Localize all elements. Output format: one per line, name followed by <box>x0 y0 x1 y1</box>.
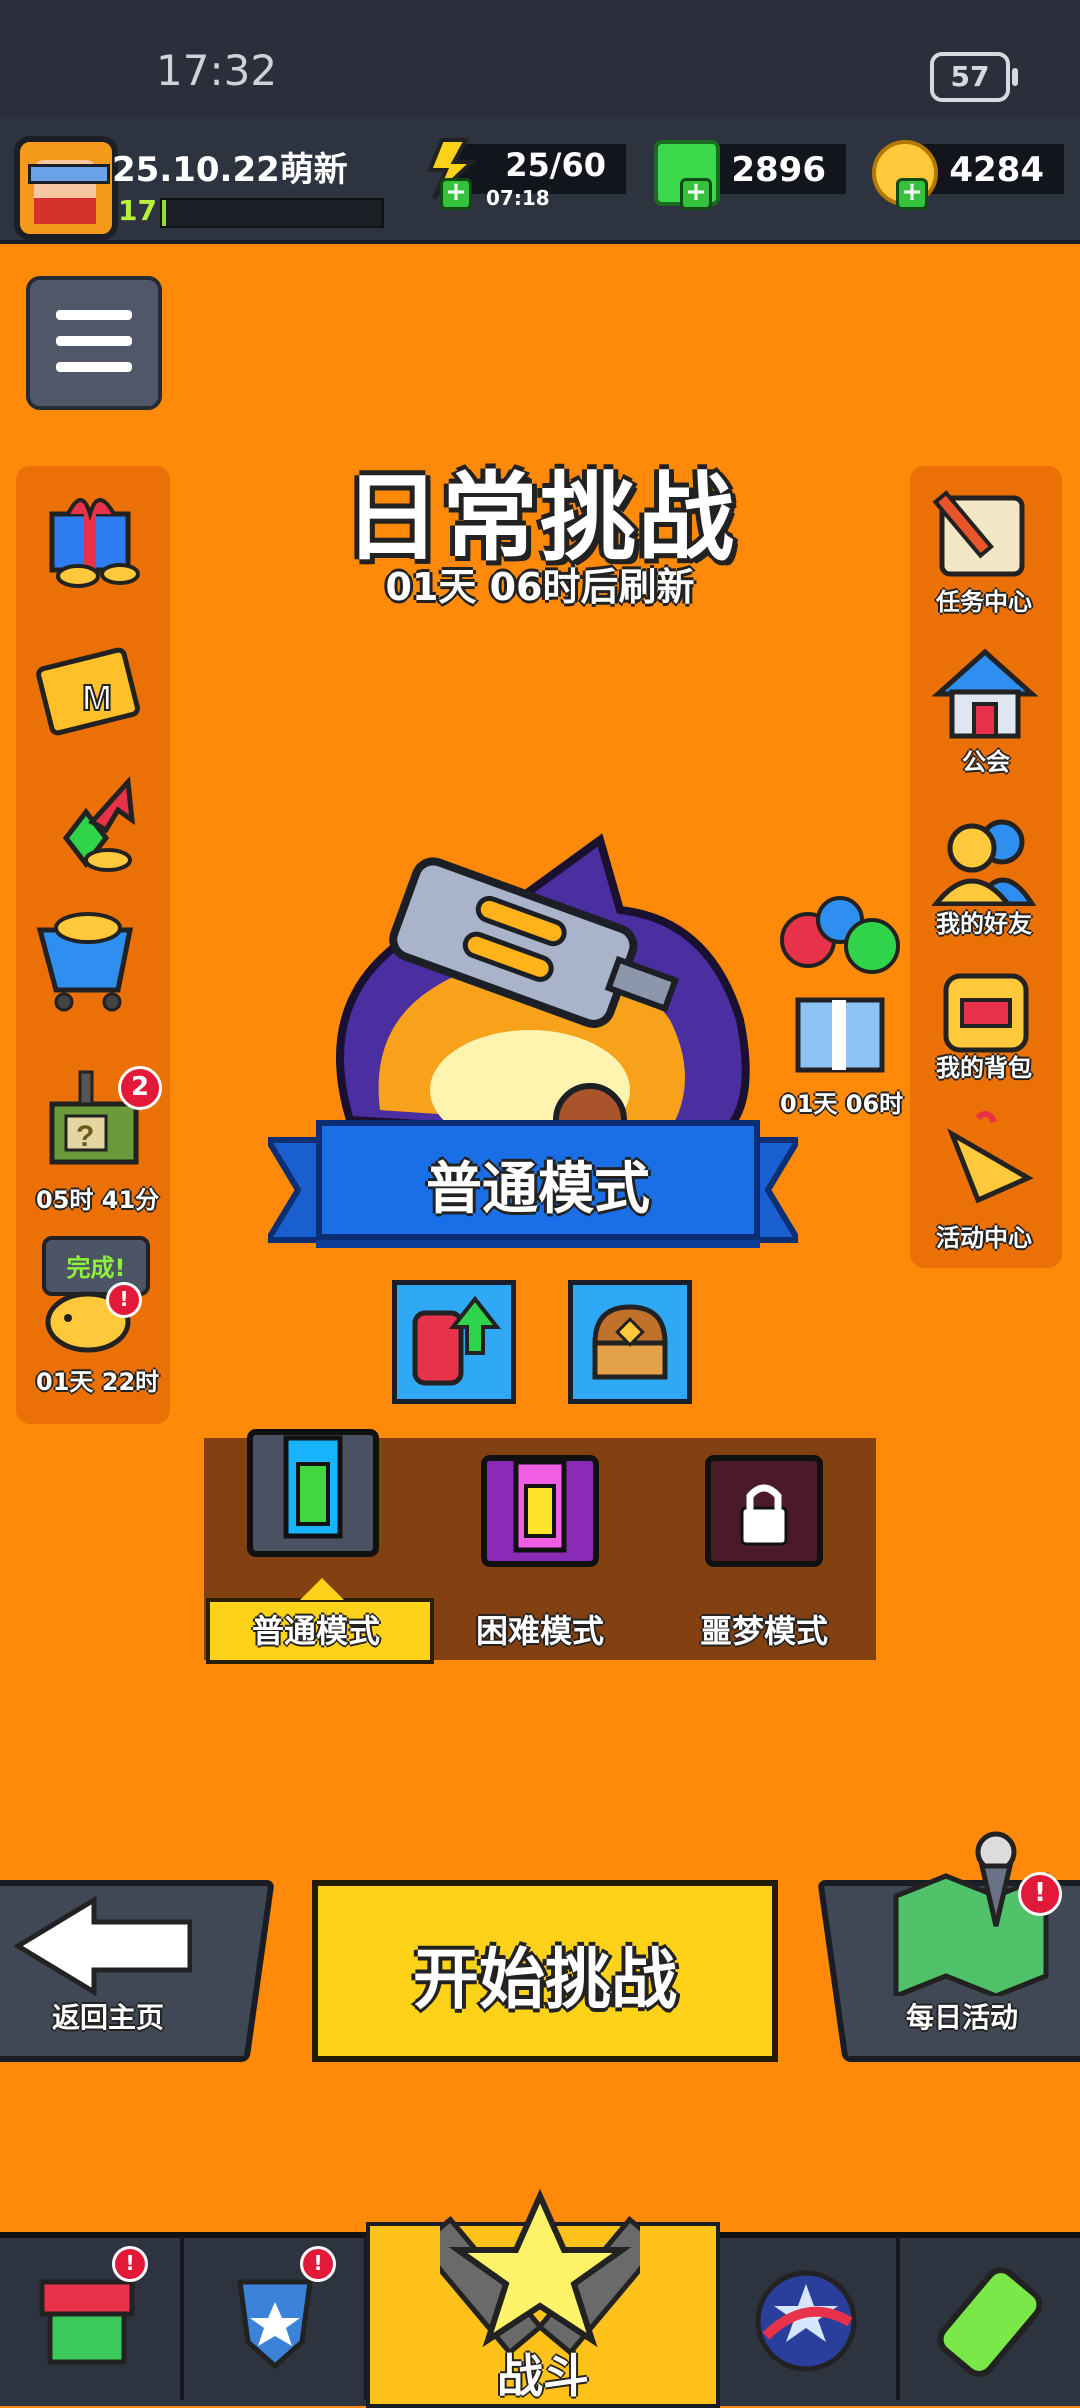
svg-text:?: ? <box>76 1120 94 1153</box>
tab-nightmare-label[interactable]: 噩梦模式 <box>656 1606 872 1652</box>
menu-list-icon-line <box>56 362 132 372</box>
balloon-gift-icon[interactable] <box>774 896 904 1078</box>
backpack-icon[interactable] <box>936 956 1036 1056</box>
revolver-artwork <box>336 833 750 1140</box>
friends-icon[interactable] <box>932 814 1038 906</box>
menu-list-icon-line <box>56 336 132 346</box>
treasure-chest-tile[interactable] <box>568 1280 692 1404</box>
piggy-alert-badge: ! <box>106 1282 142 1318</box>
nav-shop-alert: ! <box>112 2246 148 2282</box>
task-scroll-icon[interactable] <box>928 486 1040 582</box>
crate-timer: 05时 41分 <box>36 1186 160 1214</box>
gem-value: 2896 <box>731 150 826 190</box>
nav-shop[interactable]: ! <box>0 2236 184 2400</box>
energy-plus-icon[interactable]: + <box>440 178 472 210</box>
start-challenge-button[interactable]: 开始挑战 <box>312 1880 778 2062</box>
gene-capsule-icon <box>937 2267 1043 2377</box>
right-item-label-0: 任务中心 <box>936 588 1032 616</box>
player-name: 25.10.22萌新 <box>112 150 348 190</box>
event-party-horn-icon[interactable] <box>932 1104 1038 1208</box>
start-challenge-label: 开始挑战 <box>413 1941 677 2018</box>
status-bar: 17:32 57 <box>0 0 1080 118</box>
nav-talents[interactable] <box>716 2236 900 2400</box>
battery-indicator: 57 <box>930 52 1018 102</box>
right-item-label-4: 活动中心 <box>936 1224 1032 1252</box>
back-home-label: 返回主页 <box>52 2001 165 2034</box>
status-time: 17:32 <box>156 46 278 95</box>
nav-battle-label: 战斗 <box>497 2349 589 2403</box>
avatar-headband <box>28 164 110 184</box>
treasure-chest-icon <box>592 1304 668 1380</box>
daily-alert-badge: ! <box>1018 1872 1062 1916</box>
piggy-timer: 01天 22时 <box>36 1368 160 1396</box>
energy-value: 25/60 <box>505 146 606 184</box>
coin-value: 4284 <box>949 150 1044 190</box>
nav-battle[interactable]: 战斗 <box>366 2188 720 2408</box>
avatar-mask <box>34 198 96 224</box>
growth-gems-icon[interactable] <box>36 768 148 878</box>
crate-badge: 2 <box>118 1066 162 1110</box>
daily-activity-label: 每日活动 <box>906 2001 1019 2034</box>
tab-selection-caret <box>300 1578 344 1600</box>
player-level: 17 <box>118 194 157 227</box>
level-progress-fill <box>162 200 166 226</box>
character-upgrade-tile[interactable] <box>392 1280 516 1404</box>
battle-star-icon <box>440 2188 640 2357</box>
normal-chest-icon[interactable] <box>244 1428 382 1558</box>
star-orb-icon <box>755 2270 857 2372</box>
guild-house-icon[interactable] <box>932 646 1038 742</box>
nav-gene[interactable] <box>900 2236 1080 2400</box>
tab-hard-label[interactable]: 困难模式 <box>432 1606 648 1652</box>
coin-plus-icon[interactable]: + <box>896 178 928 210</box>
right-item-label-1: 公会 <box>962 748 1010 776</box>
gift-timer: 01天 06时 <box>780 1090 904 1118</box>
piggy-status: 完成! <box>66 1254 126 1282</box>
nav-equipment-alert: ! <box>300 2246 336 2282</box>
character-upgrade-icon <box>412 1295 502 1386</box>
player-avatar[interactable] <box>14 136 118 240</box>
gift-coins-icon[interactable] <box>38 486 150 596</box>
svg-text:M: M <box>82 677 112 718</box>
level-progress-bar <box>160 198 384 228</box>
hard-chest-icon[interactable] <box>478 1452 602 1570</box>
right-item-label-3: 我的背包 <box>936 1054 1032 1082</box>
nav-equipment[interactable]: ! <box>184 2236 368 2400</box>
shop-cart-icon[interactable] <box>34 904 146 1014</box>
right-item-label-2: 我的好友 <box>936 910 1032 938</box>
nightmare-locked-chest-icon[interactable] <box>702 1452 826 1570</box>
mode-banner-label: 普通模式 <box>426 1157 650 1222</box>
energy-timer: 07:18 <box>486 186 550 210</box>
back-arrow-icon <box>14 1896 192 1996</box>
mode-banner: 普通模式 <box>316 1120 760 1240</box>
menu-button[interactable] <box>26 276 162 410</box>
gem-plus-icon[interactable]: + <box>680 178 712 210</box>
menu-list-icon <box>56 310 132 320</box>
monthly-card-icon[interactable]: M <box>34 636 146 746</box>
tab-normal-label[interactable]: 普通模式 <box>206 1606 426 1652</box>
